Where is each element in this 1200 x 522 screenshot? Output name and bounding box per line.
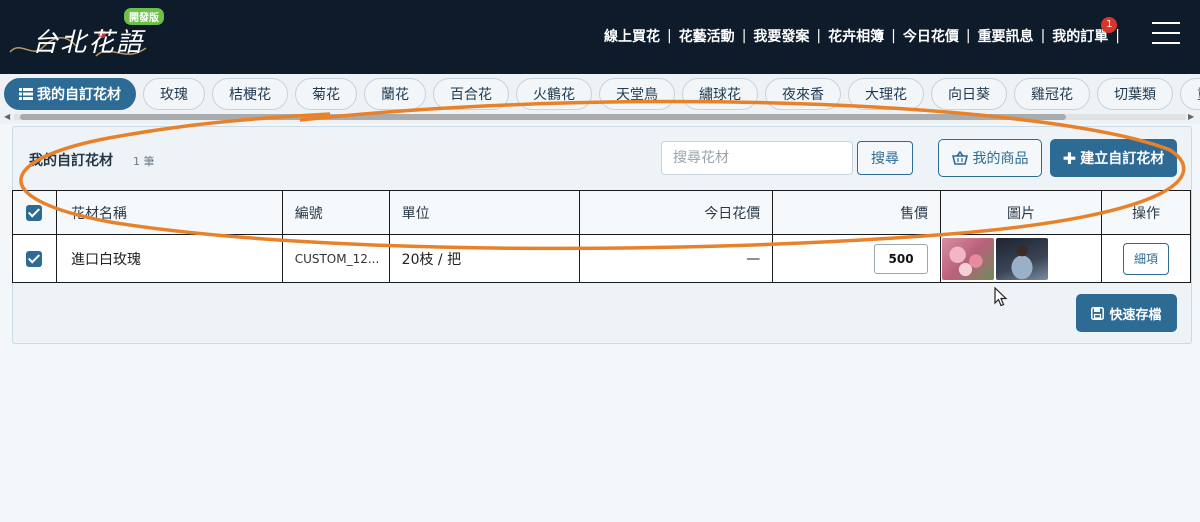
category-tab[interactable]: 夜來香	[765, 78, 841, 110]
site-logo[interactable]: 台北花語 開發版	[6, 6, 164, 68]
material-unit: 20枝 / 把	[388, 234, 581, 283]
save-icon	[1091, 306, 1105, 320]
sale-price-input[interactable]	[874, 243, 929, 274]
category-tab[interactable]: 百合花	[433, 78, 509, 110]
header-sale-price: 售價	[772, 190, 942, 235]
save-label: 快速存檔	[1109, 307, 1162, 323]
category-tab[interactable]: 桔梗花	[212, 78, 288, 110]
category-tab[interactable]: 向日葵	[931, 78, 1007, 110]
header-image: 圖片	[940, 190, 1102, 235]
nav-buy-flowers[interactable]: 線上買花	[597, 26, 667, 46]
nav-my-orders[interactable]: 我的訂單 1	[1045, 17, 1118, 46]
list-icon	[19, 88, 33, 100]
record-count: 1 筆	[133, 155, 155, 168]
search-button[interactable]: 搜尋	[857, 141, 913, 175]
category-tab[interactable]: 切葉類	[1097, 78, 1173, 110]
nav-floral-events[interactable]: 花藝活動	[672, 26, 742, 46]
image-cell	[940, 234, 1102, 283]
category-tab[interactable]: 玫瑰	[143, 78, 205, 110]
category-tab[interactable]: 火鶴花	[516, 78, 592, 110]
plus-icon: ✚	[1062, 148, 1077, 168]
create-label: 建立自訂花材	[1080, 151, 1165, 167]
my-products-button[interactable]: 我的商品	[938, 139, 1042, 177]
category-tab[interactable]: 菊花	[295, 78, 357, 110]
header-today-price: 今日花價	[579, 190, 774, 235]
panel-title: 我的自訂花材	[29, 153, 113, 169]
materials-table: 花材名稱 編號 單位 今日花價 售價 圖片 操作 進口白玫瑰 CUSTOM_12…	[12, 190, 1191, 283]
logo-text: 台北花語	[32, 28, 145, 58]
category-scrollbar[interactable]: ◀ ▶	[0, 112, 1200, 122]
basket-icon	[951, 151, 968, 165]
scrollbar-thumb[interactable]	[20, 114, 1066, 120]
quick-save-button[interactable]: 快速存檔	[1076, 294, 1177, 332]
category-label: 我的自訂花材	[37, 87, 121, 103]
nav-separator: |	[1115, 28, 1120, 44]
today-price: —	[579, 234, 774, 283]
bouquet-thumbnail[interactable]	[996, 237, 1049, 280]
dev-badge: 開發版	[124, 8, 164, 25]
table-row: 進口白玫瑰 CUSTOM_12... 20枝 / 把 — 細項	[12, 234, 1191, 283]
category-tab[interactable]: 重量計	[1180, 78, 1200, 110]
nav-today-prices[interactable]: 今日花價	[896, 26, 966, 46]
nav-flower-album[interactable]: 花卉相簿	[821, 26, 891, 46]
header-name: 花材名稱	[55, 190, 283, 235]
row-checkbox[interactable]	[26, 250, 43, 267]
category-tab[interactable]: 雞冠花	[1014, 78, 1090, 110]
header-code: 編號	[281, 190, 390, 235]
header-unit: 單位	[388, 190, 581, 235]
category-my-custom[interactable]: 我的自訂花材	[4, 78, 136, 110]
nav-my-orders-label: 我的訂單	[1052, 29, 1109, 45]
nav-important-news[interactable]: 重要訊息	[971, 26, 1041, 46]
top-navbar: 台北花語 開發版 線上買花 | 花藝活動 | 我要發案 | 花卉相簿 | 今日花價 | 重…	[0, 0, 1200, 74]
create-custom-material-button[interactable]: ✚ 建立自訂花材	[1050, 139, 1177, 177]
mouse-cursor-icon	[994, 287, 1008, 307]
select-all-cell	[12, 190, 57, 235]
header-action: 操作	[1101, 190, 1191, 235]
my-products-label: 我的商品	[972, 151, 1029, 167]
material-name: 進口白玫瑰	[55, 234, 283, 283]
order-count-badge: 1	[1101, 17, 1118, 33]
table-header-row: 花材名稱 編號 單位 今日花價 售價 圖片 操作	[12, 190, 1191, 235]
detail-button[interactable]: 細項	[1123, 242, 1169, 275]
nav-post-job[interactable]: 我要發案	[746, 26, 816, 46]
hamburger-icon[interactable]	[1152, 22, 1180, 44]
material-code: CUSTOM_12...	[281, 234, 390, 283]
flower-thumbnail[interactable]	[942, 237, 995, 280]
main-nav: 線上買花 | 花藝活動 | 我要發案 | 花卉相簿 | 今日花價 | 重要訊息 | 我的訂單…	[597, 17, 1120, 46]
category-tab[interactable]: 蘭花	[364, 78, 426, 110]
scroll-left-icon[interactable]: ◀	[4, 112, 10, 121]
sale-price-cell	[772, 234, 942, 283]
action-cell: 細項	[1101, 234, 1191, 283]
scroll-right-icon[interactable]: ▶	[1188, 112, 1194, 121]
row-checkbox-cell	[12, 234, 57, 283]
select-all-checkbox[interactable]	[26, 204, 43, 221]
category-tab[interactable]: 大理花	[848, 78, 924, 110]
category-tab[interactable]: 天堂鳥	[599, 78, 675, 110]
search-input[interactable]	[661, 141, 853, 175]
category-tab[interactable]: 繡球花	[682, 78, 758, 110]
